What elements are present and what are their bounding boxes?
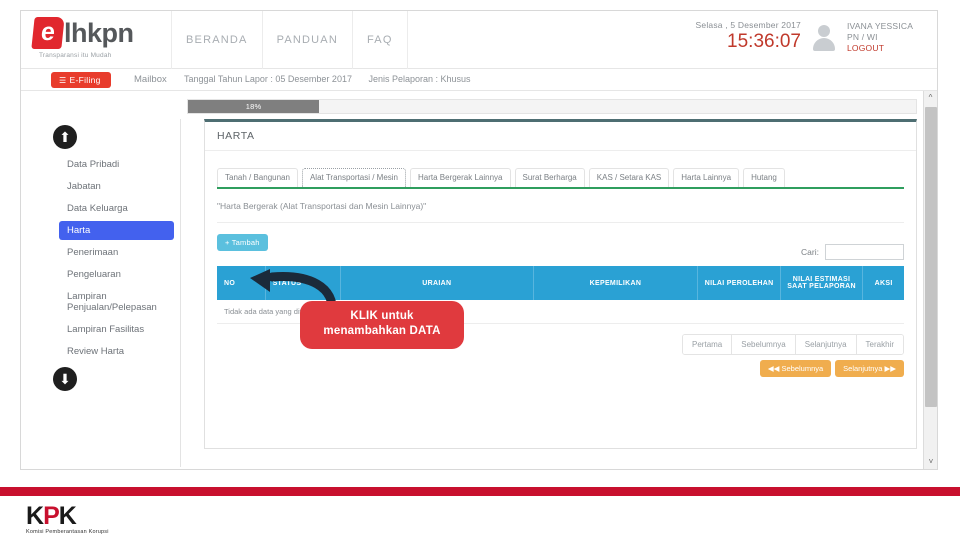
avatar-head [818, 25, 830, 37]
nav-item-panduan[interactable]: PANDUAN [263, 11, 353, 69]
brand-logo[interactable]: e lhkpn Transparansi itu Mudah [31, 17, 153, 65]
callout-line-2: menambahkan DATA [323, 325, 441, 337]
efiling-button[interactable]: ☰ E-Filing [51, 72, 111, 88]
user-name: IVANA YESSICA [847, 21, 914, 31]
sidebar-item-harta[interactable]: Harta [59, 221, 174, 240]
user-role: PN / WI [847, 32, 878, 42]
hamburger-icon: ☰ [59, 76, 67, 85]
brand-wordmark: lhkpn [64, 18, 134, 48]
pagination-links: Pertama Sebelumnya Selanjutnya Terakhir [682, 334, 904, 355]
kpk-letter-p: P [43, 502, 60, 530]
page-header: e lhkpn Transparansi itu Mudah BERANDA P… [21, 11, 937, 69]
tanggal-lapor-text: Tanggal Tahun Lapor : 05 Desember 2017 [184, 74, 352, 84]
user-avatar-icon[interactable] [811, 23, 837, 53]
pagination-terakhir[interactable]: Terakhir [856, 335, 903, 354]
scrollbar-thumb[interactable] [925, 107, 937, 407]
current-time: 15:36:07 [727, 31, 801, 52]
sidebar-item-pengeluaran[interactable]: Pengeluaran [59, 265, 174, 284]
arrow-up-circle-icon[interactable]: ⬆ [53, 125, 77, 149]
pagination-pertama[interactable]: Pertama [683, 335, 733, 354]
logout-link[interactable]: LOGOUT [847, 43, 925, 54]
column-header-aksi[interactable]: AKSI [862, 266, 904, 300]
sidebar-item-data-pribadi[interactable]: Data Pribadi [59, 155, 174, 174]
efiling-label: E-Filing [69, 75, 101, 85]
tab-alat-transportasi-mesin[interactable]: Alat Transportasi / Mesin [301, 168, 406, 187]
sidebar-item-lampiran-fasilitas[interactable]: Lampiran Fasilitas [59, 320, 174, 339]
wizard-nav-buttons: ◀◀ Sebelumnya Selanjutnya ▶▶ [759, 360, 904, 377]
form-progress-bar: 18% [188, 100, 320, 113]
jenis-pelaporan-text: Jenis Pelaporan : Khusus [368, 74, 471, 84]
annotation-callout: KLIK untuk menambahkan DATA [300, 301, 464, 349]
avatar-body [813, 38, 835, 51]
tab-hutang[interactable]: Hutang [743, 168, 785, 187]
application-window: e lhkpn Transparansi itu Mudah BERANDA P… [20, 10, 938, 470]
next-step-button[interactable]: Selanjutnya ▶▶ [835, 360, 904, 377]
column-header-nilai-perolehan[interactable]: NILAI PEROLEHAN [697, 266, 781, 300]
search-area: Cari: [801, 244, 904, 260]
tab-surat-berharga[interactable]: Surat Berharga [514, 168, 585, 187]
tab-tanah-bangunan[interactable]: Tanah / Bangunan [217, 168, 298, 187]
vertical-scrollbar[interactable]: ^ ˅ [923, 91, 937, 469]
content-area: 18% ⬆ Data Pribadi Jabatan Data Keluarga… [21, 91, 937, 469]
search-label: Cari: [801, 247, 819, 257]
page-root: e lhkpn Transparansi itu Mudah BERANDA P… [0, 0, 960, 540]
arrow-down-circle-icon[interactable]: ⬇ [53, 367, 77, 391]
kpk-wordmark: KPK [26, 502, 186, 530]
column-header-kepemilikan[interactable]: KEPEMILIKAN [533, 266, 699, 300]
user-info-block: IVANA YESSICA PN / WI LOGOUT [847, 17, 925, 54]
table-toolbar: + Tambah Cari: [217, 234, 904, 260]
form-sidebar: ⬆ Data Pribadi Jabatan Data Keluarga Har… [31, 119, 181, 467]
pagination-selanjutnya[interactable]: Selanjutnya [795, 335, 857, 354]
tab-harta-lainnya[interactable]: Harta Lainnya [673, 168, 740, 187]
page-title: HARTA [205, 122, 916, 151]
sidebar-item-data-keluarga[interactable]: Data Keluarga [59, 199, 174, 218]
sidebar-item-penerimaan[interactable]: Penerimaan [59, 243, 174, 262]
column-header-nilai-estimasi[interactable]: NILAI ESTIMASI SAAT PELAPORAN [780, 266, 864, 300]
nav-item-beranda[interactable]: BERANDA [171, 11, 263, 69]
footer-divider [0, 487, 960, 496]
sidebar-item-jabatan[interactable]: Jabatan [59, 177, 174, 196]
column-header-uraian[interactable]: URAIAN [340, 266, 534, 300]
sidebar-item-review-harta[interactable]: Review Harta [59, 342, 174, 361]
nav-item-faq[interactable]: FAQ [353, 11, 408, 69]
kpk-letter-k1: K [26, 502, 44, 530]
header-right-cluster: Selasa , 5 Desember 2017 15:36:07 IVANA … [696, 17, 925, 54]
kpk-subtitle: Komisi Pemberantasan Korupsi [26, 529, 109, 535]
harta-tabs: Tanah / Bangunan Alat Transportasi / Mes… [217, 167, 904, 189]
callout-line-1: KLIK untuk [350, 310, 414, 322]
kpk-letter-k2: K [58, 502, 77, 530]
current-date: Selasa , 5 Desember 2017 [695, 20, 801, 30]
tab-harta-bergerak-lainnya[interactable]: Harta Bergerak Lainnya [410, 168, 511, 187]
brand-e-badge: e [31, 17, 65, 49]
sidebar-item-lampiran-penjualan[interactable]: Lampiran Penjualan/Pelepasan [59, 287, 174, 317]
section-caption: "Harta Bergerak (Alat Transportasi dan M… [217, 201, 904, 223]
brand-tagline: Transparansi itu Mudah [39, 52, 112, 59]
pagination-sebelumnya[interactable]: Sebelumnya [732, 335, 796, 354]
previous-step-button[interactable]: ◀◀ Sebelumnya [759, 360, 832, 377]
clock-widget: Selasa , 5 Desember 2017 15:36:07 [696, 17, 801, 53]
search-input[interactable] [825, 244, 904, 260]
mailbox-link[interactable]: Mailbox [134, 74, 167, 85]
kpk-logo: KPK Komisi Pemberantasan Korupsi [26, 502, 186, 536]
sub-toolbar: ☰ E-Filing Mailbox Tanggal Tahun Lapor : … [21, 69, 937, 91]
chevron-up-icon[interactable]: ^ [924, 91, 937, 105]
report-meta: Tanggal Tahun Lapor : 05 Desember 2017 J… [184, 74, 485, 84]
add-data-button[interactable]: + Tambah [217, 234, 268, 251]
top-navigation: BERANDA PANDUAN FAQ [171, 11, 408, 69]
form-progress-track: 18% [187, 99, 917, 114]
brand-mark: e lhkpn [31, 17, 151, 51]
chevron-down-icon[interactable]: ˅ [924, 455, 937, 469]
tab-kas-setara-kas[interactable]: KAS / Setara KAS [588, 168, 670, 187]
